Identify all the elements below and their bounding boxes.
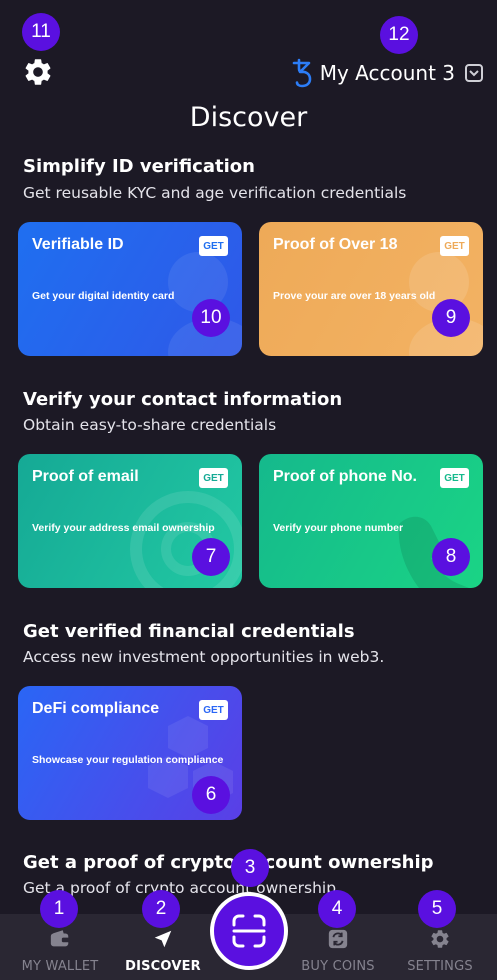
section-title-id-verification: Simplify ID verification bbox=[23, 156, 255, 177]
card-title: Proof of phone No. bbox=[273, 468, 417, 485]
exchange-icon bbox=[328, 929, 348, 949]
account-name: My Account 3 bbox=[319, 61, 455, 85]
nav-label: SETTINGS bbox=[407, 959, 473, 974]
get-button[interactable]: GET bbox=[199, 236, 228, 256]
nav-label: BUY COINS bbox=[301, 959, 375, 974]
annotation-badge: 2 bbox=[142, 890, 180, 928]
card-description: Get your digital identity card bbox=[32, 290, 175, 302]
page-title: Discover bbox=[189, 102, 308, 133]
section-title-crypto-ownership: Get a proof of crypto account ownership bbox=[23, 852, 434, 873]
card-title: DeFi compliance bbox=[32, 700, 160, 717]
card-description: Verify your phone number bbox=[273, 522, 404, 534]
card-description: Prove your are over 18 years old bbox=[273, 290, 436, 302]
section-subtitle-id-verification: Get reusable KYC and age verification cr… bbox=[23, 184, 407, 202]
annotation-badge: 11 bbox=[22, 13, 60, 51]
nav-label: DISCOVER bbox=[125, 959, 201, 974]
account-selector[interactable]: My Account 3 bbox=[290, 56, 483, 90]
get-button[interactable]: GET bbox=[440, 236, 469, 256]
get-button[interactable]: GET bbox=[199, 700, 228, 720]
annotation-badge: 1 bbox=[40, 890, 78, 928]
annotation-badge: 10 bbox=[192, 299, 230, 337]
scan-button[interactable] bbox=[210, 892, 288, 970]
card-title: Proof of email bbox=[32, 468, 139, 485]
annotation-badge: 9 bbox=[432, 299, 470, 337]
chevron-down-icon[interactable] bbox=[465, 64, 483, 82]
annotation-badge: 4 bbox=[318, 890, 356, 928]
annotation-badge: 3 bbox=[231, 849, 269, 887]
card-title: Verifiable ID bbox=[32, 236, 124, 253]
section-title-financial: Get verified financial credentials bbox=[23, 621, 355, 642]
annotation-badge: 5 bbox=[418, 890, 456, 928]
scan-icon bbox=[232, 914, 266, 948]
nav-label: MY WALLET bbox=[21, 959, 99, 974]
annotation-badge: 7 bbox=[192, 538, 230, 576]
settings-gear-icon[interactable] bbox=[22, 56, 54, 88]
annotation-badge: 12 bbox=[380, 16, 418, 54]
section-title-contact-info: Verify your contact information bbox=[23, 389, 343, 410]
annotation-badge: 6 bbox=[192, 776, 230, 814]
tezos-logo-icon bbox=[292, 58, 312, 88]
section-subtitle-financial: Access new investment opportunities in w… bbox=[23, 648, 385, 666]
discover-screen: My Account 3 Discover Simplify ID verifi… bbox=[0, 0, 497, 980]
annotation-badge: 8 bbox=[432, 538, 470, 576]
wallet-icon bbox=[50, 930, 70, 947]
gear-icon bbox=[431, 930, 449, 948]
card-description: Verify your address email ownership bbox=[32, 522, 215, 534]
get-button[interactable]: GET bbox=[199, 468, 228, 488]
card-title: Proof of Over 18 bbox=[273, 236, 398, 253]
section-subtitle-contact-info: Obtain easy-to-share credentials bbox=[23, 416, 277, 434]
get-button[interactable]: GET bbox=[440, 468, 469, 488]
card-description: Showcase your regulation compliance bbox=[32, 754, 224, 766]
send-icon bbox=[154, 930, 172, 948]
